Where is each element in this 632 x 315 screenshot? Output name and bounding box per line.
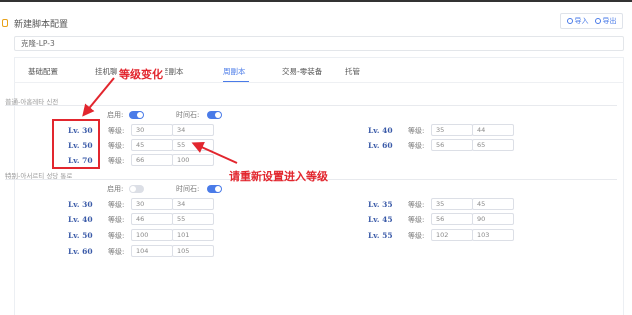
- arrow-level-change: [82, 77, 115, 117]
- arrow-reset-hint: [191, 141, 238, 164]
- annotation-arrows: [82, 77, 238, 164]
